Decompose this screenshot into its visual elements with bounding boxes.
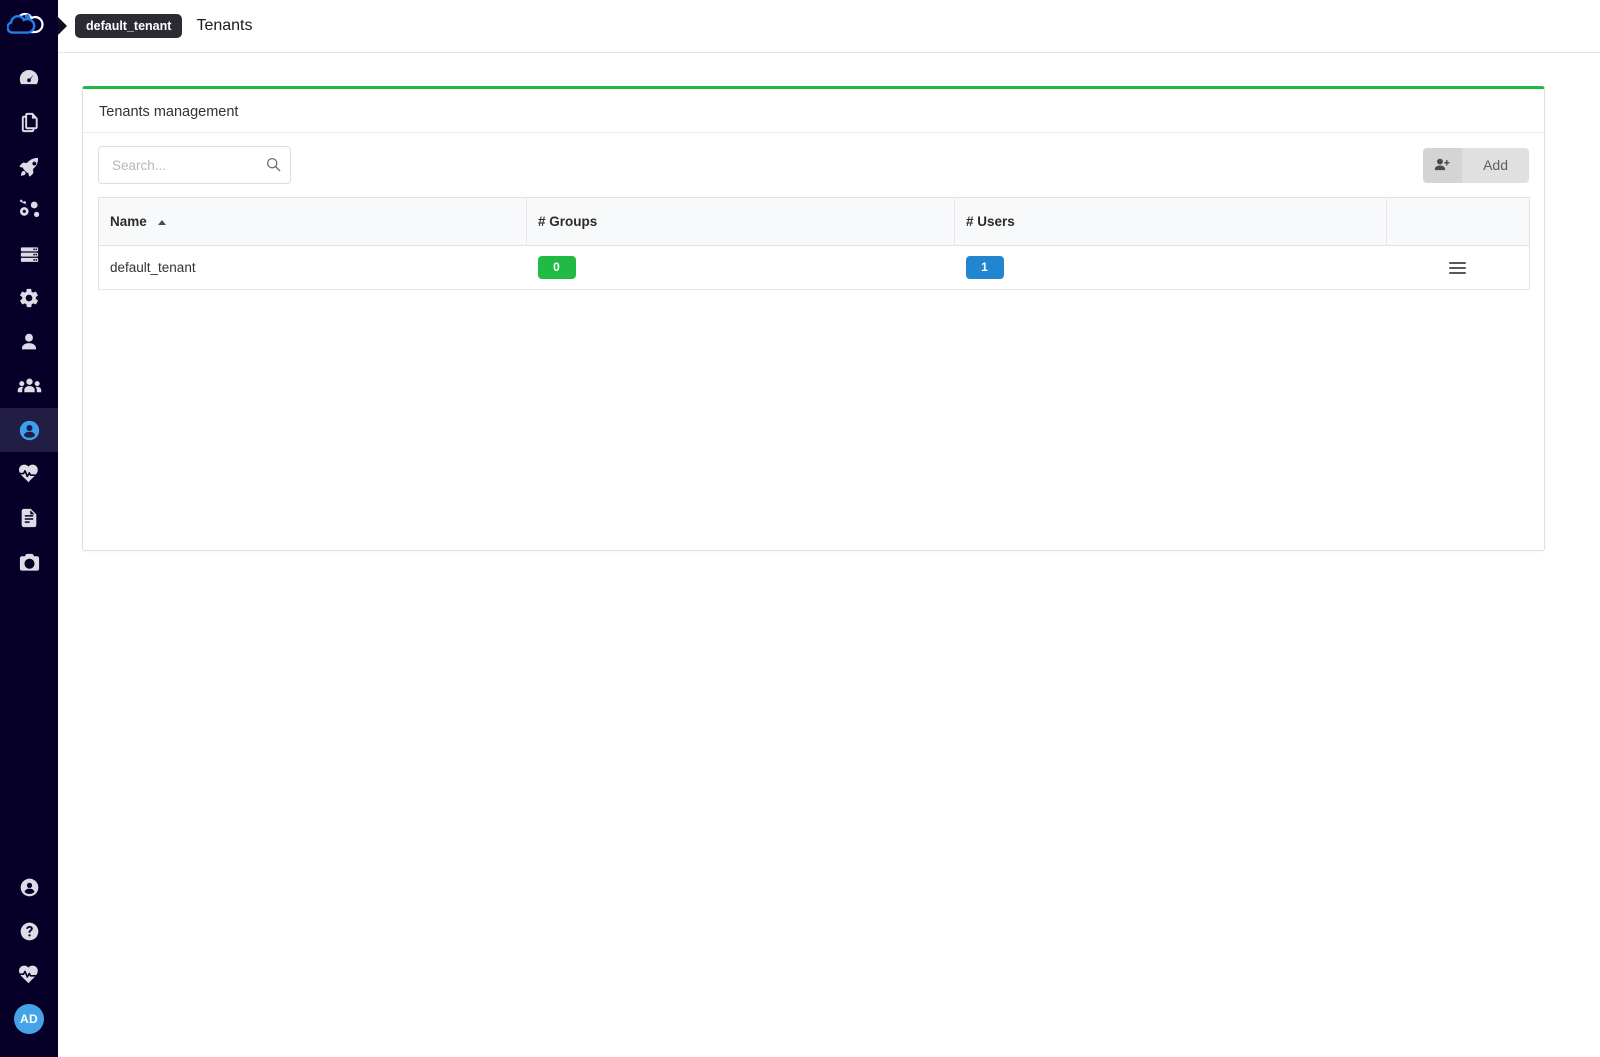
users-count-badge: 1: [965, 256, 1004, 279]
hamburger-menu-icon: [1449, 259, 1467, 277]
table-header-row: Name # Groups # Users: [98, 197, 1530, 246]
sidebar-item-settings[interactable]: [0, 276, 58, 320]
tenants-management-card: Tenants management Search... Add Name # …: [82, 86, 1545, 551]
sidebar-item-dashboard[interactable]: [0, 56, 58, 100]
sidebar: AD: [0, 0, 58, 1057]
breadcrumb-tenant-badge[interactable]: default_tenant: [75, 13, 183, 39]
services-icon: [19, 199, 40, 217]
cell-tenant-name: default_tenant: [98, 245, 527, 290]
table-toolbar: Add: [98, 146, 1529, 184]
account-icon: [20, 878, 38, 896]
card-title: Tenants management: [83, 89, 1544, 133]
avatar: AD: [14, 1004, 44, 1034]
user-plus-icon: [1423, 147, 1463, 183]
column-header-name[interactable]: Name: [98, 197, 527, 246]
sidebar-item-avatar[interactable]: AD: [0, 997, 58, 1041]
settings-icon: [20, 288, 38, 308]
servers-icon: [20, 246, 38, 262]
search-field: [98, 146, 291, 184]
column-header-actions: [1386, 197, 1530, 246]
sidebar-item-health[interactable]: [0, 452, 58, 496]
tenants-icon: [19, 420, 39, 440]
search-input[interactable]: [98, 146, 291, 184]
card-body: Add Name # Groups: [83, 133, 1544, 290]
sidebar-nav-top: [0, 56, 58, 584]
table-body: default_tenant 0 1: [98, 245, 1530, 290]
table-row[interactable]: default_tenant 0 1: [98, 245, 1530, 290]
cell-users-count: 1: [954, 245, 1387, 290]
add-button-label: Add: [1462, 147, 1529, 183]
cloudify-cloud-logo-icon: [7, 12, 44, 34]
sidebar-item-blueprints[interactable]: [0, 100, 58, 144]
main-content: Tenants management Search... Add Name # …: [58, 53, 1600, 1057]
top-header: default_tenant Tenants: [58, 0, 1600, 53]
deployments-icon: [19, 156, 38, 176]
status-icon: [18, 965, 38, 984]
tenants-table: Name # Groups # Users default_tenant 0 1: [98, 197, 1530, 290]
sidebar-item-deployments[interactable]: [0, 144, 58, 188]
sidebar-item-tenants[interactable]: [0, 408, 58, 452]
sidebar-item-status[interactable]: [0, 953, 58, 997]
sidebar-item-services[interactable]: [0, 188, 58, 232]
cell-row-actions: [1386, 245, 1530, 290]
cell-groups-count: 0: [526, 245, 955, 290]
sidebar-item-account[interactable]: [0, 865, 58, 909]
help-icon: [20, 922, 38, 940]
sidebar-item-logs[interactable]: [0, 496, 58, 540]
sidebar-item-servers[interactable]: [0, 232, 58, 276]
sidebar-item-snapshots[interactable]: [0, 540, 58, 584]
column-header-users[interactable]: # Users: [954, 197, 1387, 246]
row-menu-button[interactable]: [1398, 259, 1519, 277]
column-header-groups[interactable]: # Groups: [526, 197, 955, 246]
breadcrumb-arrow-icon: [58, 17, 67, 35]
user-icon: [22, 333, 36, 350]
app-logo[interactable]: [0, 0, 58, 50]
logs-icon: [21, 508, 37, 528]
snapshots-icon: [19, 553, 39, 571]
page-title: Tenants: [196, 17, 253, 34]
sidebar-item-users[interactable]: [0, 320, 58, 364]
user-group-icon: [17, 378, 41, 392]
dashboard-icon: [19, 70, 39, 85]
groups-count-badge: 0: [537, 256, 576, 279]
heartbeat-icon: [18, 464, 38, 483]
sidebar-item-help[interactable]: [0, 909, 58, 953]
sidebar-item-user-groups[interactable]: [0, 364, 58, 408]
add-tenant-button[interactable]: Add: [1423, 147, 1529, 183]
sidebar-nav-bottom: AD: [0, 865, 58, 1057]
table-head: Name # Groups # Users: [98, 197, 1530, 246]
blueprints-icon: [21, 112, 38, 132]
column-header-name-label: Name: [110, 214, 147, 229]
sort-ascending-icon: [157, 219, 166, 225]
